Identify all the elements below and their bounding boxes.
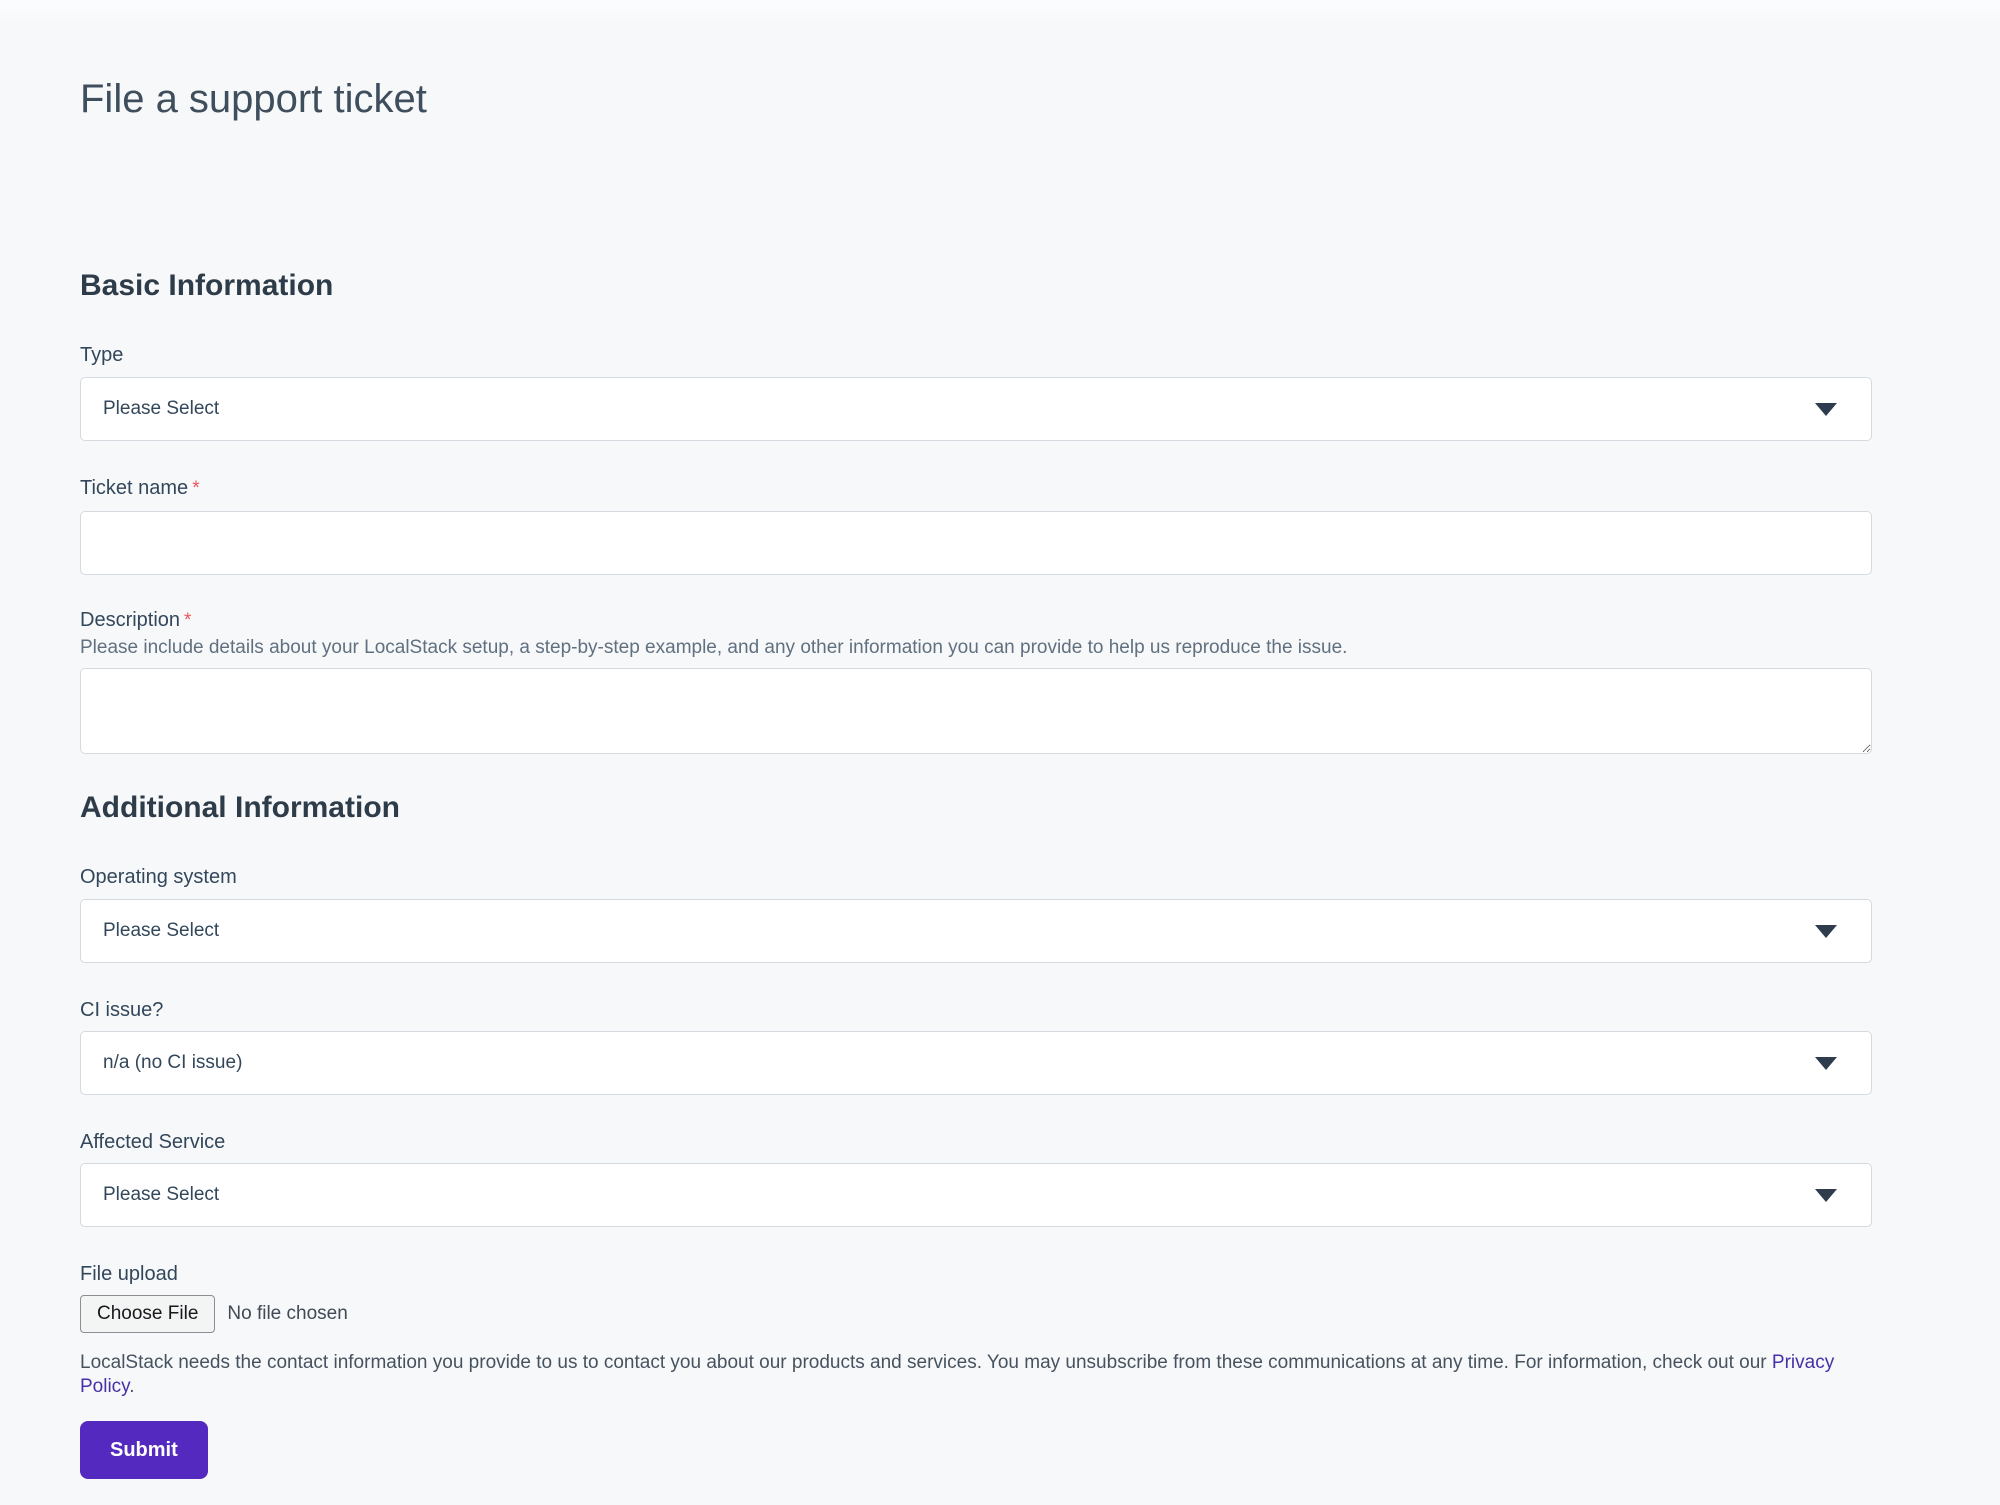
chevron-down-icon	[1815, 1189, 1837, 1202]
ticket-name-label-text: Ticket name	[80, 477, 188, 499]
legal-text-after: .	[129, 1376, 134, 1397]
chevron-down-icon	[1815, 1057, 1837, 1070]
description-label-text: Description	[80, 609, 180, 631]
type-label: Type	[80, 342, 1872, 368]
type-select-value: Please Select	[103, 398, 219, 420]
ci-issue-select-value: n/a (no CI issue)	[103, 1052, 242, 1074]
operating-system-select[interactable]: Please Select	[80, 899, 1872, 963]
chevron-down-icon	[1815, 403, 1837, 416]
ci-issue-select[interactable]: n/a (no CI issue)	[80, 1031, 1872, 1095]
legal-text-before: LocalStack needs the contact information…	[80, 1352, 1772, 1373]
affected-service-label: Affected Service	[80, 1129, 1872, 1155]
description-textarea[interactable]	[80, 668, 1872, 754]
operating-system-label: Operating system	[80, 864, 1872, 890]
operating-system-select-value: Please Select	[103, 920, 219, 942]
description-helper-text: Please include details about your LocalS…	[80, 636, 1872, 660]
file-upload-control: Choose File No file chosen	[80, 1295, 1872, 1333]
support-ticket-page: File a support ticket Basic Information …	[0, 0, 2000, 1505]
ticket-name-label: Ticket name*	[80, 475, 1872, 502]
required-asterisk: *	[184, 610, 191, 631]
chevron-down-icon	[1815, 925, 1837, 938]
ci-issue-label: CI issue?	[80, 997, 1872, 1023]
required-asterisk: *	[192, 478, 199, 499]
page-title: File a support ticket	[80, 75, 1872, 123]
section-heading-additional-information: Additional Information	[80, 790, 1872, 826]
affected-service-select[interactable]: Please Select	[80, 1163, 1872, 1227]
ticket-name-input[interactable]	[80, 511, 1872, 575]
section-heading-basic-information: Basic Information	[80, 268, 1872, 304]
legal-text: LocalStack needs the contact information…	[80, 1351, 1872, 1399]
file-upload-label: File upload	[80, 1261, 1872, 1287]
type-select[interactable]: Please Select	[80, 377, 1872, 441]
affected-service-select-value: Please Select	[103, 1184, 219, 1206]
submit-button[interactable]: Submit	[80, 1421, 208, 1479]
choose-file-button[interactable]: Choose File	[80, 1295, 215, 1333]
file-upload-status: No file chosen	[227, 1303, 347, 1325]
description-label: Description*	[80, 607, 1872, 634]
